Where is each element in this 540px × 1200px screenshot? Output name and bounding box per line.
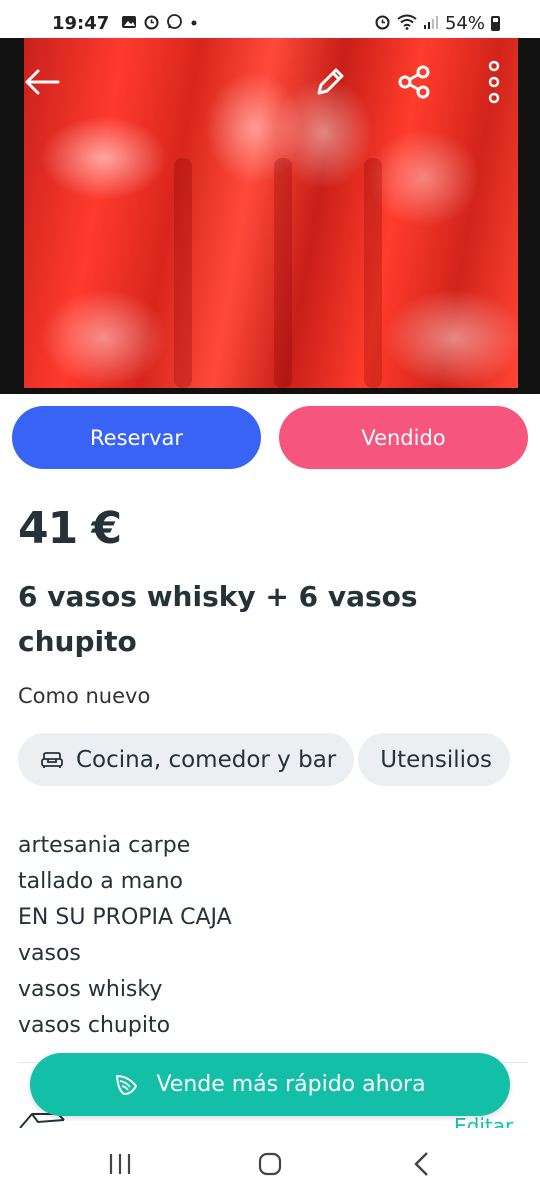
dot-icon: [189, 15, 199, 31]
listing-title: 6 vasos whisky + 6 vasos chupito: [18, 580, 418, 658]
product-image-gallery[interactable]: [0, 38, 540, 394]
reserve-button[interactable]: Reservar: [12, 406, 261, 469]
sell-faster-label: Vende más rápido ahora: [156, 1072, 426, 1097]
whatsapp-icon: [166, 13, 183, 33]
battery-icon: [491, 15, 500, 31]
description-line: tallado a mano: [18, 869, 184, 894]
back-button[interactable]: [14, 54, 70, 110]
recents-button[interactable]: [90, 1148, 150, 1180]
pencil-icon: [317, 68, 344, 95]
status-time: 19:47: [52, 12, 110, 34]
alarm-icon: [143, 13, 160, 33]
description-line: vasos whisky: [18, 977, 163, 1002]
edit-button[interactable]: [302, 54, 358, 110]
category-chip[interactable]: Cocina, comedor y bar: [18, 733, 355, 786]
fabric-fold: [364, 158, 382, 388]
status-right: 54%: [374, 13, 500, 34]
more-vertical-icon: [488, 60, 500, 104]
description-line: vasos chupito: [18, 1013, 171, 1038]
subcategory-chip-label: Utensilios: [380, 746, 493, 773]
price: 41 €: [18, 503, 122, 554]
alarm-icon: [374, 13, 391, 33]
description-line: EN SU PROPIA CAJA: [18, 905, 232, 930]
sold-button[interactable]: Vendido: [279, 406, 528, 469]
gallery-icon: [121, 14, 137, 33]
share-icon: [398, 65, 430, 99]
arrow-left-icon: [25, 69, 60, 95]
category-chip-label: Cocina, comedor y bar: [76, 746, 337, 773]
wing-icon: [114, 1072, 140, 1098]
listing-actions: Reservar Vendido: [12, 406, 528, 469]
condition: Como nuevo: [18, 684, 151, 708]
home-icon: [258, 1152, 282, 1176]
battery-percent: 54%: [444, 12, 485, 34]
system-nav-bar: [0, 1128, 540, 1200]
description: artesania carpe tallado a mano EN SU PRO…: [18, 828, 232, 1044]
fabric-fold: [174, 158, 192, 388]
recents-icon: [109, 1154, 131, 1174]
status-left: 19:47: [52, 13, 199, 34]
description-line: vasos: [18, 941, 81, 966]
signal-icon: [423, 14, 439, 33]
description-line: artesania carpe: [18, 833, 191, 858]
back-chevron-icon: [414, 1152, 428, 1176]
product-photo: [24, 38, 518, 388]
fabric-fold: [274, 158, 292, 388]
sofa-icon: [40, 750, 64, 770]
system-back-button[interactable]: [392, 1148, 452, 1180]
more-button[interactable]: [466, 54, 522, 110]
home-button[interactable]: [240, 1148, 300, 1180]
sell-faster-button[interactable]: Vende más rápido ahora: [30, 1053, 510, 1116]
subcategory-chip[interactable]: Utensilios: [358, 733, 511, 786]
wifi-icon: [397, 14, 417, 33]
category-chips: Cocina, comedor y bar Utensilios: [18, 733, 511, 786]
share-button[interactable]: [386, 54, 442, 110]
